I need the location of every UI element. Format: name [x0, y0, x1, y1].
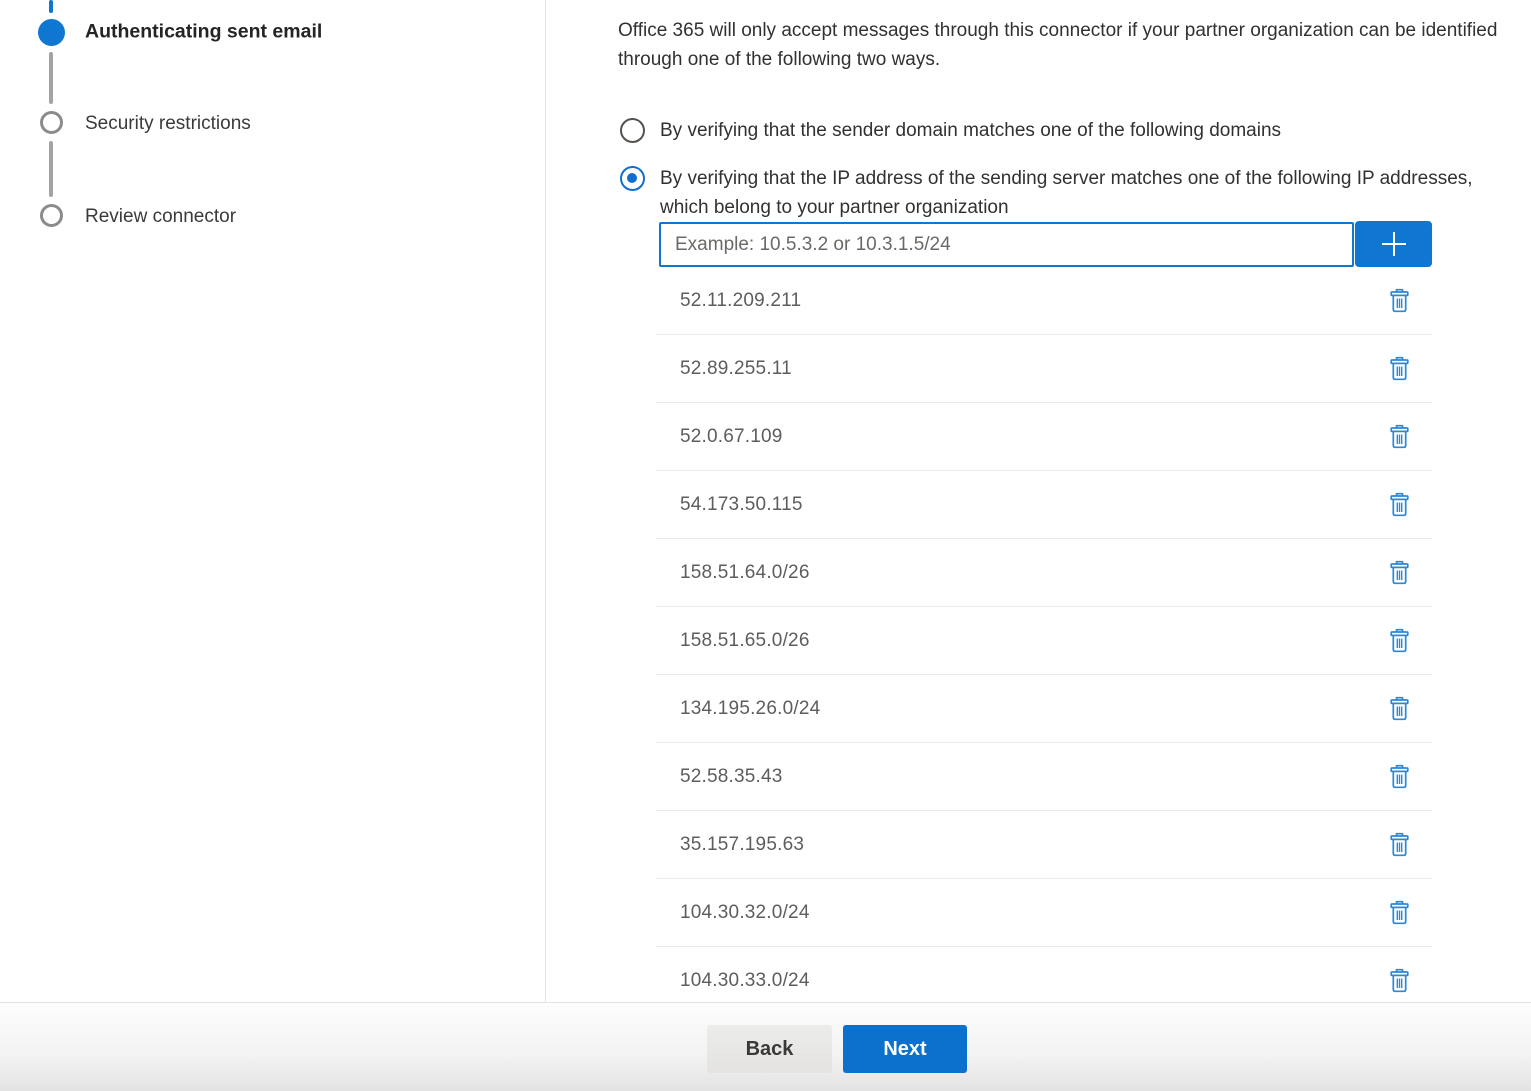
radio-option-sender-domain[interactable]: By verifying that the sender domain matc… — [620, 117, 1500, 146]
ip-address-row: 158.51.65.0/26 — [656, 607, 1432, 675]
trash-icon — [1389, 832, 1410, 857]
ip-address-row: 104.30.33.0/24 — [656, 947, 1432, 1002]
delete-ip-button[interactable] — [1382, 758, 1416, 796]
radio-selected-icon[interactable] — [620, 166, 645, 191]
trash-icon — [1389, 492, 1410, 517]
ip-address-row: 54.173.50.115 — [656, 471, 1432, 539]
ip-address-value: 35.157.195.63 — [656, 834, 804, 856]
delete-ip-button[interactable] — [1382, 350, 1416, 388]
next-button[interactable]: Next — [843, 1025, 967, 1073]
ip-address-value: 52.11.209.211 — [656, 290, 801, 312]
ip-address-value: 134.195.26.0/24 — [656, 698, 820, 720]
radio-unselected-icon[interactable] — [620, 118, 645, 143]
ip-address-list: 52.11.209.211 — [656, 267, 1432, 1002]
trash-icon — [1389, 968, 1410, 993]
radio-option-label: By verifying that the sender domain matc… — [660, 117, 1500, 146]
trash-icon — [1389, 764, 1410, 789]
ip-address-value: 52.58.35.43 — [656, 766, 783, 788]
ip-address-row: 134.195.26.0/24 — [656, 675, 1432, 743]
trash-icon — [1389, 424, 1410, 449]
ip-address-input[interactable] — [659, 222, 1354, 267]
ip-address-row: 158.51.64.0/26 — [656, 539, 1432, 607]
ip-address-value: 104.30.33.0/24 — [656, 970, 810, 992]
delete-ip-button[interactable] — [1382, 418, 1416, 456]
authenticating-sent-email-panel: Office 365 will only accept messages thr… — [0, 0, 1531, 1002]
delete-ip-button[interactable] — [1382, 282, 1416, 320]
ip-address-value: 158.51.64.0/26 — [656, 562, 810, 584]
trash-icon — [1389, 900, 1410, 925]
ip-address-row: 52.11.209.211 — [656, 267, 1432, 335]
ip-address-row: 52.58.35.43 — [656, 743, 1432, 811]
delete-ip-button[interactable] — [1382, 826, 1416, 864]
ip-address-row: 104.30.32.0/24 — [656, 879, 1432, 947]
plus-icon — [1378, 228, 1410, 260]
ip-address-value: 104.30.32.0/24 — [656, 902, 810, 924]
ip-address-value: 158.51.65.0/26 — [656, 630, 810, 652]
ip-address-value: 52.0.67.109 — [656, 426, 783, 448]
ip-address-row: 52.89.255.11 — [656, 335, 1432, 403]
trash-icon — [1389, 356, 1410, 381]
radio-option-label: By verifying that the IP address of the … — [660, 165, 1480, 222]
trash-icon — [1389, 288, 1410, 313]
ip-address-value: 54.173.50.115 — [656, 494, 803, 516]
connector-wizard-page: Authenticating sent email Security restr… — [0, 0, 1531, 1002]
delete-ip-button[interactable] — [1382, 690, 1416, 728]
delete-ip-button[interactable] — [1382, 622, 1416, 660]
trash-icon — [1389, 628, 1410, 653]
ip-address-row: 52.0.67.109 — [656, 403, 1432, 471]
trash-icon — [1389, 560, 1410, 585]
radio-option-ip-address[interactable]: By verifying that the IP address of the … — [620, 165, 1480, 222]
back-button[interactable]: Back — [707, 1025, 832, 1073]
delete-ip-button[interactable] — [1382, 554, 1416, 592]
delete-ip-button[interactable] — [1382, 894, 1416, 932]
ip-address-row: 35.157.195.63 — [656, 811, 1432, 879]
trash-icon — [1389, 696, 1410, 721]
delete-ip-button[interactable] — [1382, 486, 1416, 524]
ip-address-value: 52.89.255.11 — [656, 358, 792, 380]
panel-description: Office 365 will only accept messages thr… — [618, 16, 1531, 74]
delete-ip-button[interactable] — [1382, 962, 1416, 1000]
add-ip-button[interactable] — [1355, 221, 1432, 267]
